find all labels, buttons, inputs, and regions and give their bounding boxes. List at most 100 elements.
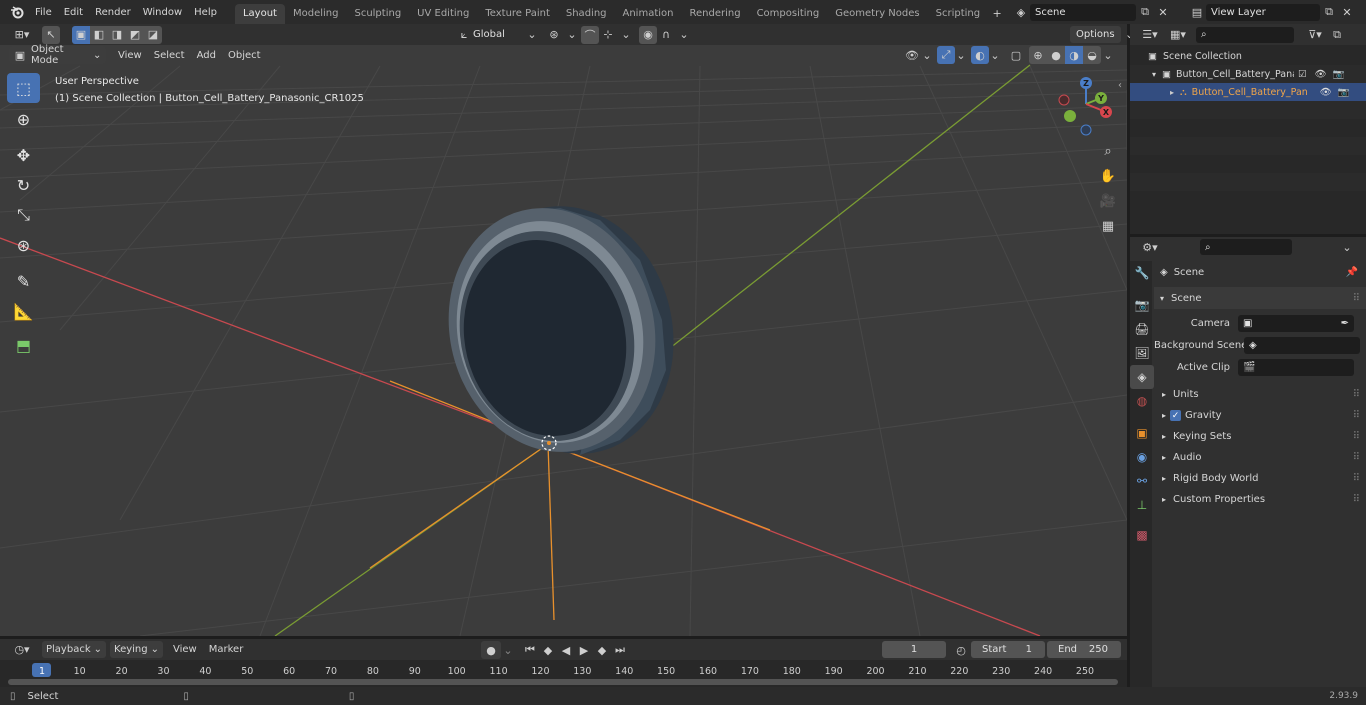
panel-keying-sets[interactable]: ▸ Keying Sets ⠿ [1154,426,1366,447]
tab-layout[interactable]: Layout [234,3,285,24]
drag-handle-icon[interactable]: ⠿ [1353,452,1360,463]
editor-type-icon[interactable]: ⊞▾ [8,26,36,44]
chevron-down-icon[interactable]: ⌄ [675,26,693,44]
menu-file[interactable]: File [29,0,58,24]
exclude-checkbox-icon[interactable]: ☑ [1298,69,1307,80]
gizmo-toggle-icon[interactable]: ⤢ [937,46,955,64]
snap-icon[interactable]: ⌒ [581,25,599,44]
select-subtract-icon[interactable]: ◨ [108,25,126,44]
outliner-scene-collection[interactable]: ▣ Scene Collection [1130,47,1366,65]
new-scene-icon[interactable]: ⧉ [1136,3,1154,21]
proportional-edit-icon[interactable]: ◉ [639,25,657,44]
jump-start-icon[interactable]: ⏮ [521,641,539,659]
visibility-icon[interactable]: 👁 [903,46,921,64]
gravity-checkbox-icon[interactable]: ✓ [1170,410,1182,421]
tool-tab-icon[interactable]: 🔧 [1130,261,1154,285]
viewport-menu-select[interactable]: Select [148,45,191,65]
drag-handle-icon[interactable]: ⠿ [1353,473,1360,484]
start-frame-field[interactable]: Start 1 [971,641,1045,658]
select-invert-icon[interactable]: ◩ [126,25,144,44]
chevron-down-icon[interactable]: ⌄ [1338,238,1356,256]
timeline-menu-view[interactable]: View [167,640,203,660]
prev-keyframe-icon[interactable]: ◆ [539,641,557,659]
new-collection-icon[interactable]: ⧉ [1328,26,1346,44]
tool-measure[interactable]: 📐 [7,296,40,326]
mode-selector[interactable]: ▣ Object Mode ⌄ [9,44,106,66]
object-tab-icon[interactable]: ▣ [1130,421,1154,445]
chevron-down-icon[interactable]: ⌄ [989,46,1001,64]
chevron-down-icon[interactable]: ⌄ [1101,46,1115,64]
delete-scene-icon[interactable]: ✕ [1154,3,1172,21]
xray-toggle-icon[interactable]: ▢ [1007,46,1025,64]
drag-handle-icon[interactable]: ⠿ [1353,410,1360,421]
snap-target-icon[interactable]: ⊹ [599,26,617,44]
add-workspace-icon[interactable]: + [988,5,1006,23]
tab-rendering[interactable]: Rendering [681,4,748,24]
scene-tab-icon[interactable]: ◈ [1130,365,1154,389]
texture-tab-icon[interactable]: ▩ [1130,523,1154,547]
output-tab-icon[interactable]: 🖨 [1130,317,1154,341]
tab-sculpting[interactable]: Sculpting [346,4,409,24]
panel-units[interactable]: ▸ Units ⠿ [1154,384,1366,405]
timeline-menu-marker[interactable]: Marker [203,640,250,660]
pan-hand-icon[interactable]: ✋ [1097,165,1119,187]
select-intersect-icon[interactable]: ◪ [144,25,162,44]
chevron-right-icon[interactable]: ▸ [1170,88,1174,97]
blender-logo-icon[interactable] [7,3,27,21]
active-clip-field[interactable]: 🎬 [1238,358,1354,376]
select-new-icon[interactable]: ▣ [72,25,90,44]
sidebar-toggle-icon[interactable]: ‹ [1118,80,1122,91]
play-icon[interactable]: ▶ [575,641,593,659]
chevron-down-icon[interactable]: ⌄ [955,46,967,64]
material-shading-icon[interactable]: ◑ [1065,46,1083,64]
tab-modeling[interactable]: Modeling [285,4,347,24]
view-layer-icon[interactable]: ▤ [1188,3,1206,21]
perspective-grid-icon[interactable]: ▦ [1097,215,1119,237]
filter-icon[interactable]: ⊽▾ [1302,26,1328,44]
orientation-value[interactable]: Global [473,29,523,40]
eyedropper-icon[interactable]: ✒ [1341,318,1349,329]
viewport-menu-add[interactable]: Add [191,45,222,65]
world-tab-icon[interactable]: ◍ [1130,389,1154,413]
background-scene-field[interactable]: ◈ [1244,336,1360,354]
tab-animation[interactable]: Animation [615,4,682,24]
scene-section-header[interactable]: ▾ Scene ⠿ [1154,287,1366,309]
drag-handle-icon[interactable]: ⠿ [1353,389,1360,400]
wireframe-shading-icon[interactable]: ⊕ [1029,46,1047,64]
outliner-object-row[interactable]: ▸ ⛬ Button_Cell_Battery_Pan 👁 📷 [1130,83,1366,101]
falloff-icon[interactable]: ∩ [657,26,675,44]
rendered-shading-icon[interactable]: ◒ [1083,46,1101,64]
outliner-editor-icon[interactable]: ☰▾ [1136,26,1164,44]
display-mode-icon[interactable]: ▦▾ [1164,26,1192,44]
record-icon[interactable]: ● [481,641,501,659]
keying-dropdown[interactable]: Keying ⌄ [110,641,163,658]
tool-add-cube[interactable]: ⬒ [7,330,40,360]
end-frame-field[interactable]: End 250 [1047,641,1121,658]
camera-view-icon[interactable]: 🎥 [1097,190,1119,212]
scene-icon[interactable]: ◈ [1012,3,1030,21]
playback-dropdown[interactable]: Playback ⌄ [42,641,107,658]
pin-icon[interactable]: 📌 [1346,267,1358,278]
drag-handle-icon[interactable]: ⠿ [1353,293,1360,304]
options-dropdown[interactable]: Options ⌄ [1070,26,1139,43]
chevron-down-icon[interactable]: ▾ [1152,70,1156,79]
tool-annotate[interactable]: ✎ [7,266,40,296]
tool-transform[interactable]: ⊛ [7,230,40,260]
new-view-layer-icon[interactable]: ⧉ [1320,3,1338,21]
render-tab-icon[interactable]: 📷 [1130,293,1154,317]
tab-geometry-nodes[interactable]: Geometry Nodes [827,4,927,24]
pivot-point-icon[interactable]: ⊛ [545,26,563,44]
drag-handle-icon[interactable]: ⠿ [1353,431,1360,442]
chevron-down-icon[interactable]: ⌄ [523,26,541,44]
menu-edit[interactable]: Edit [58,0,89,24]
render-camera-icon[interactable]: 📷 [1338,87,1350,98]
properties-editor-icon[interactable]: ⚙▾ [1136,238,1164,256]
play-reverse-icon[interactable]: ◀ [557,641,575,659]
chevron-down-icon[interactable]: ⌄ [617,26,635,44]
drag-handle-icon[interactable]: ⠿ [1353,494,1360,505]
tab-scripting[interactable]: Scripting [928,4,988,24]
menu-help[interactable]: Help [188,0,223,24]
tab-texture-paint[interactable]: Texture Paint [477,4,558,24]
select-tool-icon[interactable]: ↖ [42,25,60,44]
physics-tab-icon[interactable]: ◉ [1130,445,1154,469]
